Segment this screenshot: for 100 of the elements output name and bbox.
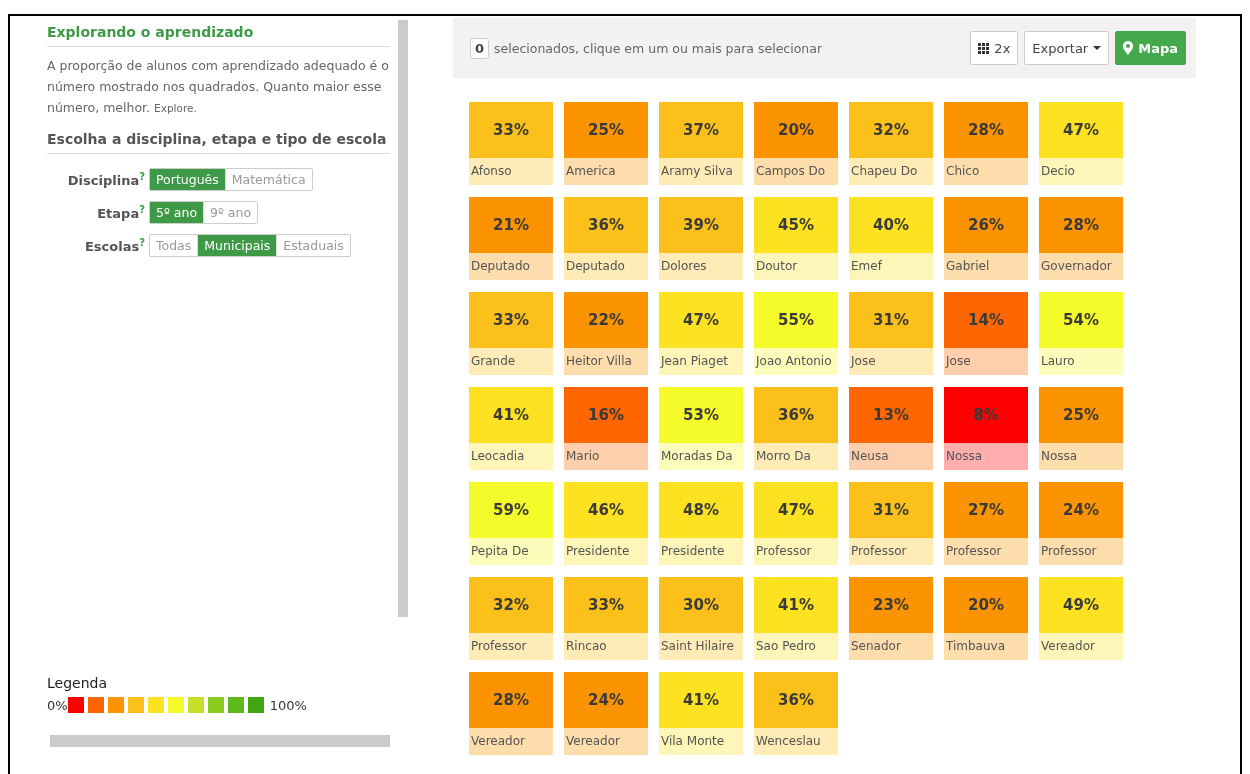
- export-dropdown[interactable]: Exportar: [1024, 31, 1110, 65]
- school-tile[interactable]: 13%: [849, 387, 933, 443]
- school-name: Deputado: [564, 253, 648, 280]
- legend-label: 100%: [269, 697, 307, 713]
- school-name: Wenceslau: [754, 728, 838, 755]
- school-tile[interactable]: 59%: [469, 482, 553, 538]
- school-tile[interactable]: 41%: [754, 577, 838, 633]
- school-name: Doutor: [754, 253, 838, 280]
- description-text: A proporção de alunos com aprendizado adequado é o número mostrado nos quadrados. Quanto maior esse número, melhor. Explore.: [47, 57, 390, 117]
- grid-icon: [978, 42, 990, 54]
- school-name: Governador: [1039, 253, 1123, 280]
- school-tile[interactable]: 27%: [944, 482, 1028, 538]
- school-tile[interactable]: 37%: [659, 102, 743, 158]
- school-tile[interactable]: 41%: [469, 387, 553, 443]
- school-tile[interactable]: 25%: [1039, 387, 1123, 443]
- school-name: Neusa: [849, 443, 933, 470]
- school-name: Morro Da: [754, 443, 838, 470]
- school-name: Senador: [849, 633, 933, 660]
- school-name: Dolores: [659, 253, 743, 280]
- caret-icon: [1093, 46, 1102, 50]
- filter-option[interactable]: 5º ano: [150, 202, 204, 223]
- school-name: Professor: [849, 538, 933, 565]
- school-name: Heitor Villa: [564, 348, 648, 375]
- school-tile[interactable]: 39%: [659, 197, 743, 253]
- school-tile[interactable]: 47%: [1039, 102, 1123, 158]
- school-tile[interactable]: 41%: [659, 672, 743, 728]
- school-tile[interactable]: 32%: [849, 102, 933, 158]
- school-tile[interactable]: 25%: [564, 102, 648, 158]
- school-name: Nossa: [944, 443, 1028, 470]
- help-mark[interactable]: ?: [139, 170, 145, 182]
- school-name: Chapeu Do: [849, 158, 933, 185]
- section-heading: Escolha a disciplina, etapa e tipo de escola: [47, 131, 390, 154]
- school-tile[interactable]: 20%: [944, 577, 1028, 633]
- school-name: Jose: [849, 348, 933, 375]
- school-name: Aramy Silva: [659, 158, 743, 185]
- school-tile[interactable]: 14%: [944, 292, 1028, 348]
- school-name: Vereador: [564, 728, 648, 755]
- school-name: Jose: [944, 348, 1028, 375]
- school-tile[interactable]: 31%: [849, 482, 933, 538]
- school-tile[interactable]: 49%: [1039, 577, 1123, 633]
- explore-link[interactable]: Explore.: [154, 102, 197, 114]
- school-name: Emef: [849, 253, 933, 280]
- school-tile[interactable]: 54%: [1039, 292, 1123, 348]
- filter-option[interactable]: Municipais: [197, 235, 277, 256]
- school-tile[interactable]: 24%: [1039, 482, 1123, 538]
- school-name: Campos Do: [754, 158, 838, 185]
- school-tile[interactable]: 32%: [469, 577, 553, 633]
- school-tile[interactable]: 24%: [564, 672, 648, 728]
- school-name: Deputado: [469, 253, 553, 280]
- school-tile[interactable]: 16%: [564, 387, 648, 443]
- school-tile[interactable]: 33%: [564, 577, 648, 633]
- school-name: Professor: [944, 538, 1028, 565]
- school-tile[interactable]: 30%: [659, 577, 743, 633]
- school-tile[interactable]: 55%: [754, 292, 838, 348]
- school-tile[interactable]: 28%: [469, 672, 553, 728]
- grid-size-button[interactable]: 2x: [970, 31, 1019, 65]
- school-name: Jean Piaget: [659, 348, 743, 375]
- school-tile[interactable]: 46%: [564, 482, 648, 538]
- help-mark[interactable]: ?: [139, 236, 145, 248]
- school-tile[interactable]: 45%: [754, 197, 838, 253]
- school-tile[interactable]: 40%: [849, 197, 933, 253]
- section-title: Explorando o aprendizado: [47, 24, 390, 47]
- selection-hint: selecionados, clique em um ou mais para selecionar: [494, 40, 823, 56]
- map-pin-icon: [1123, 41, 1134, 55]
- school-name: Vila Monte: [659, 728, 743, 755]
- school-tile[interactable]: 23%: [849, 577, 933, 633]
- school-tile[interactable]: 47%: [659, 292, 743, 348]
- school-tile[interactable]: 36%: [754, 387, 838, 443]
- school-name: Lauro: [1039, 348, 1123, 375]
- school-tile[interactable]: 26%: [944, 197, 1028, 253]
- scrollbar[interactable]: [398, 20, 408, 617]
- scrollbar[interactable]: [50, 735, 390, 747]
- help-mark[interactable]: ?: [139, 203, 145, 215]
- school-name: Decio: [1039, 158, 1123, 185]
- school-name: Sao Pedro: [754, 633, 838, 660]
- school-name: Rincao: [564, 633, 648, 660]
- school-tile[interactable]: 33%: [469, 292, 553, 348]
- school-tile[interactable]: 36%: [754, 672, 838, 728]
- school-tile[interactable]: 33%: [469, 102, 553, 158]
- school-tile[interactable]: 20%: [754, 102, 838, 158]
- school-tile[interactable]: 28%: [1039, 197, 1123, 253]
- school-name: Nossa: [1039, 443, 1123, 470]
- school-name: Vereador: [1039, 633, 1123, 660]
- filter-option[interactable]: Português: [150, 169, 225, 190]
- school-name: America: [564, 158, 648, 185]
- school-name: Mario: [564, 443, 648, 470]
- school-tile[interactable]: 47%: [754, 482, 838, 538]
- school-tile[interactable]: 28%: [944, 102, 1028, 158]
- school-tile[interactable]: 36%: [564, 197, 648, 253]
- school-tile[interactable]: 31%: [849, 292, 933, 348]
- school-name: Professor: [754, 538, 838, 565]
- school-tile[interactable]: 48%: [659, 482, 743, 538]
- school-name: Professor: [1039, 538, 1123, 565]
- legend-title: Legenda: [47, 675, 108, 691]
- school-tile[interactable]: 22%: [564, 292, 648, 348]
- school-name: Presidente: [564, 538, 648, 565]
- school-tile[interactable]: 53%: [659, 387, 743, 443]
- school-tile[interactable]: 21%: [469, 197, 553, 253]
- school-name: Professor: [469, 633, 553, 660]
- school-name: Timbauva: [944, 633, 1028, 660]
